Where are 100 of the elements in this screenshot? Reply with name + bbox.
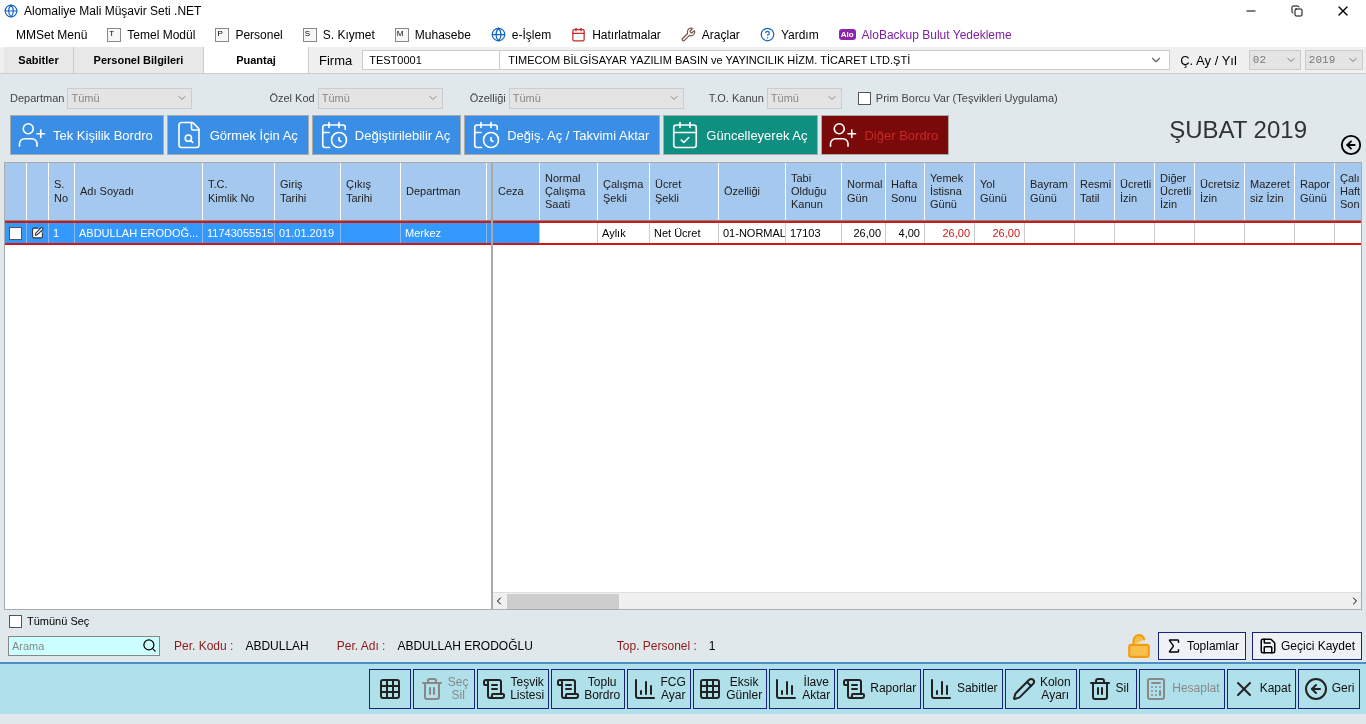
toolbar-button[interactable]: Kapat — [1226, 669, 1296, 709]
table-cell: 1 — [49, 223, 75, 243]
column-header: T.C. Kimlik No — [203, 163, 275, 220]
column-header: Ücretli İzin — [1115, 163, 1155, 220]
filter-label: Özel Kod — [269, 92, 315, 104]
column-header: S. No — [49, 163, 75, 220]
row-checkbox[interactable] — [9, 226, 22, 240]
menu-item[interactable]: M Muhasebe — [394, 27, 471, 42]
trash-icon — [1087, 677, 1112, 701]
table-cell: 11743055515 — [203, 223, 275, 243]
toolbar-button[interactable]: İlave Aktar — [769, 669, 836, 709]
table-cell: 17103 — [786, 223, 842, 243]
checkbox-label: Tümünü Seç — [27, 615, 90, 627]
menu-item[interactable]: Araçlar — [680, 27, 740, 42]
year-select[interactable]: 2019 — [1304, 50, 1363, 70]
info-value: 1 — [708, 639, 716, 653]
pencil-icon — [1011, 677, 1036, 701]
column-header: Adı Soyadı — [75, 163, 203, 220]
menu-item[interactable]: Hatırlatmalar — [571, 27, 661, 42]
tab[interactable]: Puantaj — [204, 47, 309, 73]
save-button[interactable]: Geçici Kaydet — [1251, 632, 1362, 660]
info-label: Per. Adı : — [336, 639, 386, 653]
bar-chart-icon — [774, 677, 799, 701]
column-header: Çıkış Tarihi — [341, 163, 401, 220]
letter-icon: M — [394, 27, 409, 42]
horizontal-scrollbar[interactable] — [493, 592, 1361, 609]
toolbar-button[interactable]: Toplu Bordro — [551, 669, 626, 709]
bar-chart-icon — [928, 677, 953, 701]
menu-item[interactable]: Alo AloBackup Bulut Yedekleme — [838, 27, 1012, 42]
toolbar-button[interactable]: Teşvik Listesi — [477, 669, 550, 709]
table-cell: ABDULLAH ERODOĞ... — [75, 223, 203, 243]
column-header: Giriş Tarihi — [275, 163, 341, 220]
menu-item[interactable]: S S. Kıymet — [302, 27, 375, 42]
filter-label: T.O. Kanun — [708, 92, 764, 104]
table-cell: 4,00 — [886, 223, 925, 243]
scroll-icon — [482, 677, 507, 701]
letter-icon: S — [302, 27, 317, 42]
logo-icon: Alo — [838, 29, 856, 40]
column-header: Departman — [401, 163, 487, 220]
toolbar-button[interactable]: Raporlar — [837, 669, 922, 709]
letter-icon: P — [215, 27, 230, 42]
period-label: Ç. Ay / Yıl — [1179, 51, 1238, 70]
trash-icon — [419, 677, 444, 701]
checkbox-label: Prim Borcu Var (Teşvikleri Uygulama) — [875, 92, 1058, 104]
toolbar-button[interactable]: Geri — [1298, 669, 1360, 709]
scroll-icon — [842, 677, 867, 701]
checkbox[interactable] — [9, 614, 22, 628]
checkbox[interactable] — [857, 91, 871, 105]
column-header: Hafta Sonu — [886, 163, 925, 220]
menu-item[interactable]: e-İşlem — [490, 27, 552, 42]
column-header: Yemek İstisna Günü — [925, 163, 975, 220]
search-icon — [142, 638, 157, 653]
column-header: Normal Gün — [842, 163, 886, 220]
info-value: ABDULLAH ERODOĞLU — [397, 639, 533, 653]
app-logo-icon — [4, 4, 18, 18]
toolbar-button[interactable]: Sil — [1079, 669, 1138, 709]
bar-chart-icon — [632, 677, 657, 701]
firma-label: Firma — [318, 51, 354, 70]
tab[interactable]: Personel Bilgileri — [74, 47, 204, 73]
toolbar-button[interactable]: Kolon Ayarı — [1005, 669, 1078, 709]
back-icon[interactable] — [1340, 134, 1362, 156]
firma-field[interactable]: TEST0001 TIMECOM BİLGİSAYAR YAZILIM BASIN ve YAYINCILIK HİZM. TİCARET LTD.ŞTİ — [362, 50, 1171, 70]
column-header: Özelliği — [719, 163, 786, 220]
calendar-clock-icon — [471, 120, 502, 150]
column-header: Bayram Günü — [1025, 163, 1075, 220]
menu-item[interactable]: MMSet Menü — [16, 27, 88, 42]
column-header: Ücret Şekli — [650, 163, 719, 220]
table-cell: 01-NORMAL — [719, 223, 786, 243]
restore-icon — [1291, 5, 1303, 17]
toolbar-button[interactable] — [369, 669, 412, 709]
edit-icon[interactable] — [31, 225, 44, 241]
filter-label: Departman — [10, 92, 65, 104]
globe-icon — [490, 27, 506, 42]
month-select[interactable]: 02 — [1248, 50, 1301, 70]
grid-icon — [698, 677, 723, 701]
scroll-icon — [556, 677, 581, 701]
column-header: Çalı Haft Son — [1335, 163, 1361, 220]
menu-item[interactable]: T Temel Modül — [107, 27, 196, 42]
column-header: Diğer Ücretli İzin — [1155, 163, 1195, 220]
toolbar-button[interactable]: Sabitler — [923, 669, 1004, 709]
column-header: Normal Çalışma Saati — [540, 163, 598, 220]
info-label: Top. Personel : — [616, 639, 697, 653]
back-icon — [1303, 677, 1328, 701]
tab[interactable]: Sabitler — [4, 47, 74, 73]
table-cell: 26,00 — [925, 223, 975, 243]
table-cell: 26,00 — [975, 223, 1025, 243]
column-header: Ücretsiz İzin — [1195, 163, 1245, 220]
action-button[interactable]: Güncelleyerek Aç — [663, 115, 819, 155]
search-field[interactable]: Arama — [8, 636, 160, 656]
column-header: Resmi Tatil — [1075, 163, 1115, 220]
toolbar-button[interactable]: Eksik Günler — [693, 669, 768, 709]
filter-label: Özelliği — [469, 92, 506, 104]
period-title: ŞUBAT 2019 — [1169, 116, 1307, 144]
totals-button[interactable]: Toplamlar — [1157, 632, 1246, 660]
table-cell: 26,00 — [842, 223, 886, 243]
menu-item[interactable]: Yardım — [759, 27, 819, 42]
column-header: Ceza — [493, 163, 540, 220]
toolbar-button[interactable]: FCG Ayar — [627, 669, 692, 709]
column-header: Mazeret siz İzin — [1245, 163, 1295, 220]
menu-item[interactable]: P Personel — [215, 27, 283, 42]
